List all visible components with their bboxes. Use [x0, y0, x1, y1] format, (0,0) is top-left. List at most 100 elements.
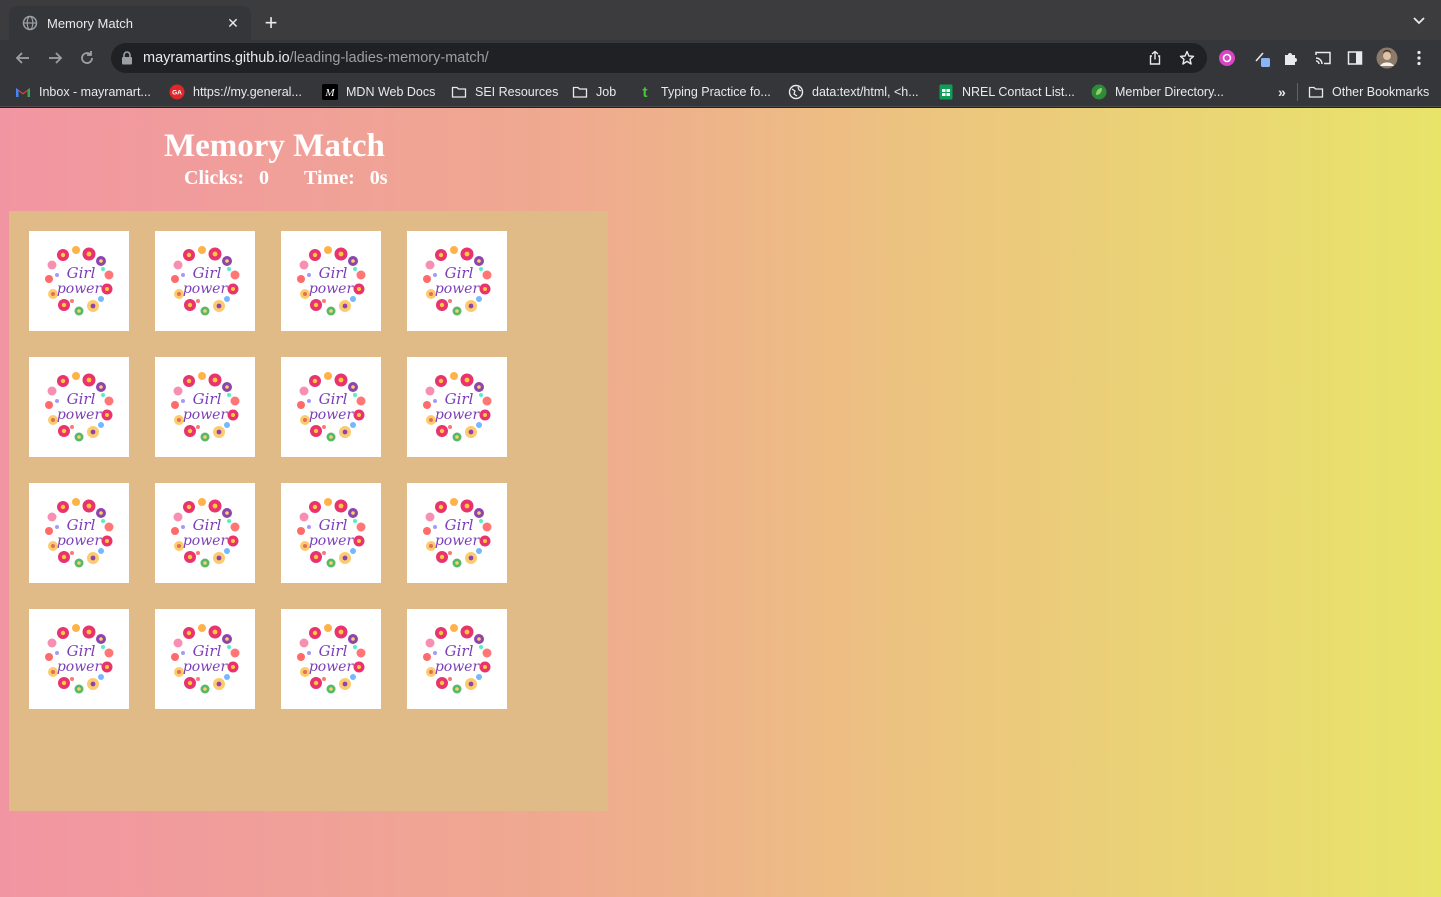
bookmark-label: Member Directory...	[1115, 85, 1224, 99]
mdn-icon: M	[322, 84, 338, 100]
svg-text:power: power	[183, 407, 229, 423]
svg-text:power: power	[183, 533, 229, 549]
bookmark-label: data:text/html, <h...	[812, 85, 919, 99]
svg-text:Girl: Girl	[445, 642, 474, 660]
bookmark-sei-resources[interactable]: SEI Resources	[451, 83, 558, 101]
bookmarks-overflow-icon[interactable]: »	[1278, 83, 1286, 101]
bookmark-label: Job	[596, 85, 617, 99]
menu-dots-icon[interactable]	[1410, 49, 1428, 67]
svg-text:Girl: Girl	[193, 264, 222, 282]
memory-card[interactable]: Girl power	[281, 609, 381, 709]
girl-power-card-image: Girl power	[297, 624, 366, 694]
tab-strip: Memory Match ✕ +	[0, 0, 1441, 40]
girl-power-card-image: Girl power	[423, 372, 492, 442]
gmail-icon	[15, 84, 31, 100]
lock-icon[interactable]	[121, 51, 133, 65]
memory-card[interactable]: Girl power	[29, 609, 129, 709]
svg-text:Girl: Girl	[445, 390, 474, 408]
forward-arrow-icon[interactable]	[45, 48, 65, 68]
bookmark-inbox[interactable]: Inbox - mayramart...	[15, 83, 151, 101]
svg-text:power: power	[183, 281, 229, 297]
svg-text:power: power	[57, 533, 103, 549]
avatar[interactable]	[1376, 47, 1398, 69]
svg-text:Girl: Girl	[193, 516, 222, 534]
bookmark-member-directory[interactable]: Member Directory...	[1091, 83, 1224, 101]
url-path: /leading-ladies-memory-match/	[289, 50, 489, 66]
memory-card[interactable]: Girl power	[407, 231, 507, 331]
svg-text:Girl: Girl	[445, 264, 474, 282]
svg-text:power: power	[57, 281, 103, 297]
memory-card[interactable]: Girl power	[407, 483, 507, 583]
reload-icon[interactable]	[77, 48, 97, 68]
girl-power-card-image: Girl power	[171, 372, 240, 442]
girl-power-card-image: Girl power	[171, 624, 240, 694]
chevron-down-icon[interactable]	[1411, 13, 1427, 29]
svg-text:power: power	[183, 659, 229, 675]
memory-card[interactable]: Girl power	[155, 609, 255, 709]
folder-icon	[451, 84, 467, 100]
new-tab-icon[interactable]: +	[259, 11, 283, 35]
browser-toolbar: mayramartins.github.io/leading-ladies-me…	[0, 40, 1441, 77]
girl-power-card-image: Girl power	[171, 498, 240, 568]
girl-power-card-image: Girl power	[297, 498, 366, 568]
memory-card[interactable]: Girl power	[155, 231, 255, 331]
girl-power-card-image: Girl power	[297, 372, 366, 442]
svg-text:power: power	[435, 281, 481, 297]
back-arrow-icon[interactable]	[13, 48, 33, 68]
girl-power-card-image: Girl power	[45, 624, 114, 694]
bookmark-nrel-contact[interactable]: NREL Contact List...	[938, 83, 1075, 101]
side-panel-icon[interactable]	[1346, 49, 1364, 67]
svg-text:Girl: Girl	[319, 642, 348, 660]
memory-card[interactable]: Girl power	[281, 357, 381, 457]
tab-memory-match[interactable]: Memory Match ✕	[9, 6, 251, 40]
svg-text:Girl: Girl	[319, 264, 348, 282]
puzzle-icon[interactable]	[1282, 49, 1300, 67]
svg-text:M: M	[324, 87, 335, 99]
close-tab-icon[interactable]: ✕	[223, 13, 243, 33]
bookmark-star-icon[interactable]	[1179, 50, 1195, 66]
url-host: mayramartins.github.io	[143, 50, 290, 66]
memory-card[interactable]: Girl power	[281, 231, 381, 331]
memory-card[interactable]: Girl power	[155, 483, 255, 583]
girl-power-card-image: Girl power	[423, 246, 492, 316]
bookmark-typing-practice[interactable]: t Typing Practice fo...	[637, 83, 771, 101]
memory-card[interactable]: Girl power	[155, 357, 255, 457]
extension-pink-icon[interactable]	[1218, 49, 1236, 67]
memory-card[interactable]: Girl power	[29, 357, 129, 457]
svg-text:Girl: Girl	[67, 264, 96, 282]
girl-power-card-image: Girl power	[297, 246, 366, 316]
bookmark-other-bookmarks[interactable]: Other Bookmarks	[1308, 83, 1429, 101]
time-label: Time:	[304, 167, 355, 189]
memory-card[interactable]: Girl power	[29, 483, 129, 583]
bookmark-label: https://my.general...	[193, 85, 302, 99]
bookmark-mdn[interactable]: M MDN Web Docs	[322, 83, 435, 101]
bookmark-job[interactable]: Job	[572, 83, 616, 101]
clicks-counter: 0	[259, 167, 269, 189]
memory-card[interactable]: Girl power	[407, 357, 507, 457]
game-stats: Clicks: 0 Time: 0s	[184, 167, 388, 190]
bookmark-data-text[interactable]: data:text/html, <h...	[788, 83, 919, 101]
girl-power-card-image: Girl power	[45, 498, 114, 568]
url-text: mayramartins.github.io/leading-ladies-me…	[143, 50, 489, 66]
globe-icon	[788, 84, 804, 100]
cast-icon[interactable]	[1314, 49, 1332, 67]
memory-card[interactable]: Girl power	[281, 483, 381, 583]
svg-text:Girl: Girl	[445, 516, 474, 534]
share-icon[interactable]	[1147, 50, 1163, 66]
girl-power-card-image: Girl power	[45, 372, 114, 442]
bookmark-general-assembly[interactable]: GA https://my.general...	[169, 83, 302, 101]
sheets-icon	[938, 84, 954, 100]
time-counter: 0s	[369, 167, 388, 189]
page-title: Memory Match	[164, 128, 385, 164]
memory-card[interactable]: Girl power	[29, 231, 129, 331]
bookmark-label: NREL Contact List...	[962, 85, 1075, 99]
typing-icon: t	[642, 83, 648, 101]
address-bar[interactable]: mayramartins.github.io/leading-ladies-me…	[111, 43, 1207, 73]
girl-power-card-image: Girl power	[171, 246, 240, 316]
svg-text:power: power	[309, 281, 355, 297]
svg-text:Girl: Girl	[67, 642, 96, 660]
extension-pen-icon[interactable]	[1253, 49, 1271, 67]
svg-text:power: power	[435, 407, 481, 423]
memory-card[interactable]: Girl power	[407, 609, 507, 709]
svg-text:power: power	[57, 659, 103, 675]
